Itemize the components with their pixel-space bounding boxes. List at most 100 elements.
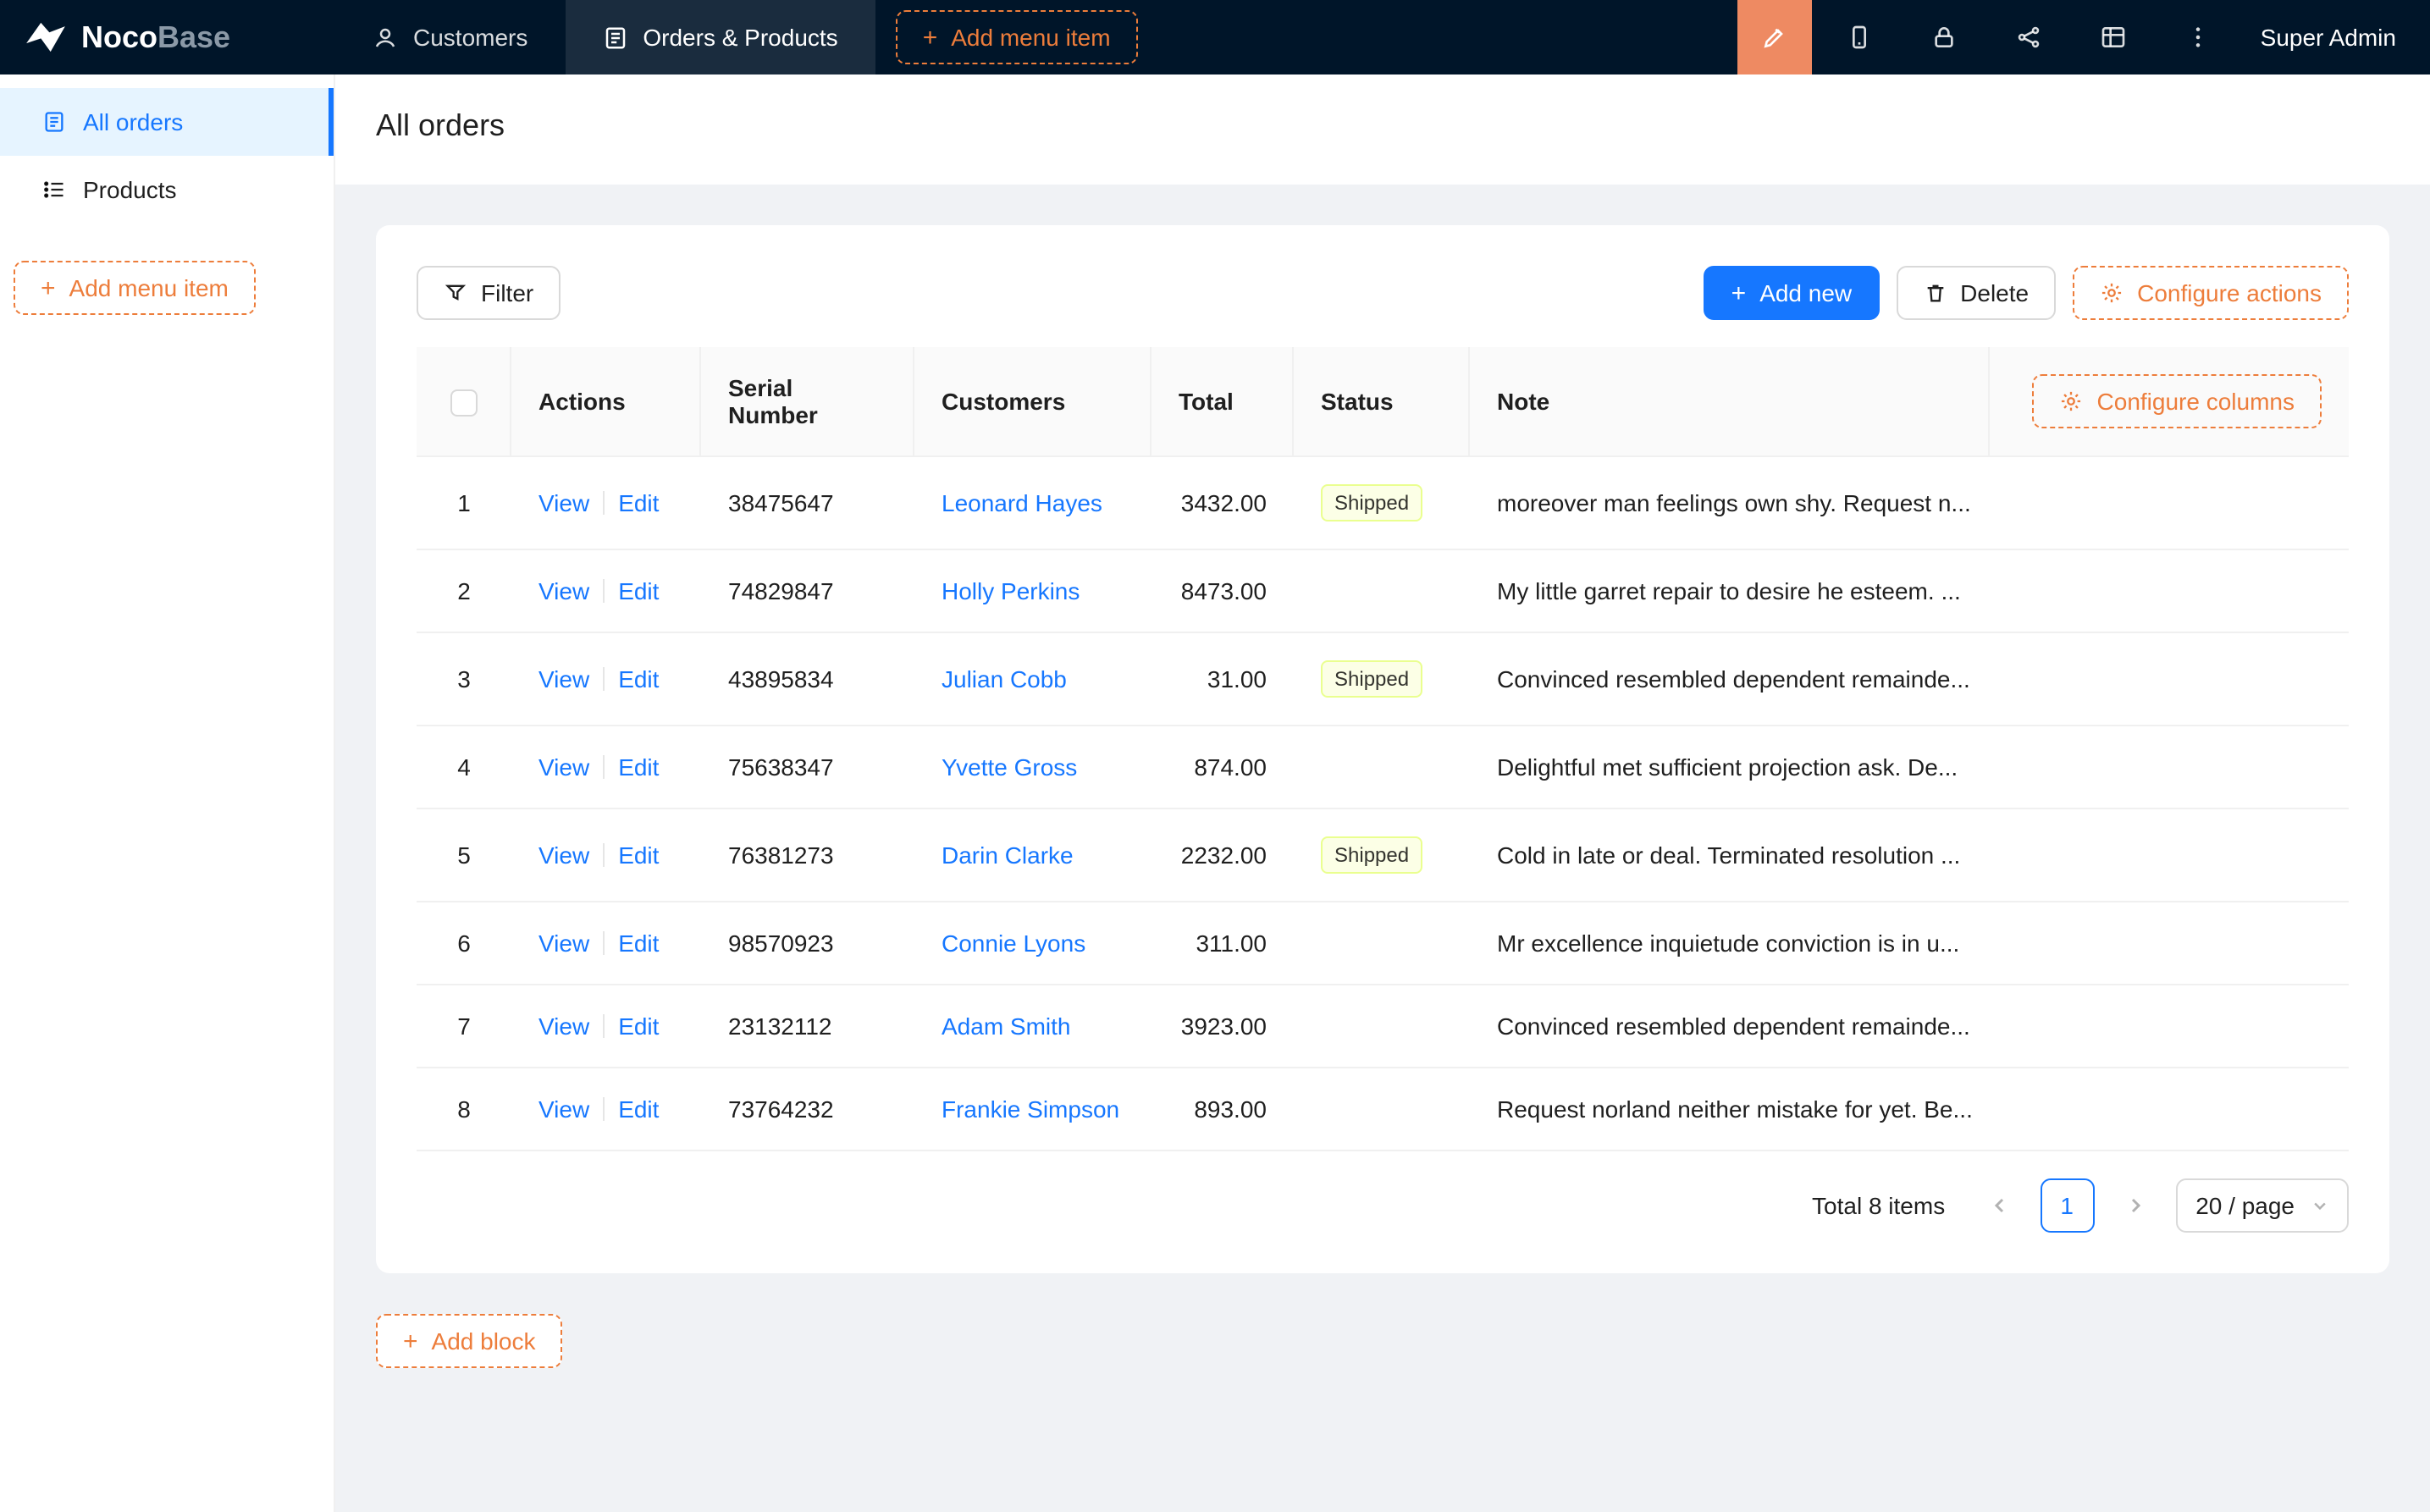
serial-cell: 98570923 bbox=[701, 902, 914, 985]
total-cell: 3923.00 bbox=[1151, 985, 1294, 1068]
serial-cell: 75638347 bbox=[701, 726, 914, 809]
share-nodes-icon bbox=[2015, 24, 2042, 51]
status-tag: Shipped bbox=[1321, 484, 1422, 521]
pagination: Total 8 items 1 20 / page bbox=[417, 1178, 2349, 1233]
pagination-next-button[interactable] bbox=[2107, 1178, 2162, 1233]
brand-name-light: Base bbox=[157, 19, 230, 53]
view-link[interactable]: View bbox=[538, 489, 589, 516]
table-row: 2 ViewEdit 74829847 Holly Perkins 8473.0… bbox=[417, 550, 2349, 633]
total-cell: 874.00 bbox=[1151, 726, 1294, 809]
user-name[interactable]: Super Admin bbox=[2240, 24, 2430, 51]
edit-link[interactable]: Edit bbox=[618, 930, 659, 957]
column-header-note: Note bbox=[1470, 347, 1990, 457]
edit-link[interactable]: Edit bbox=[618, 1013, 659, 1040]
view-link[interactable]: View bbox=[538, 577, 589, 604]
page-size-select[interactable]: 20 / page bbox=[2175, 1178, 2349, 1233]
view-link[interactable]: View bbox=[538, 930, 589, 957]
nav-tab-orders-products[interactable]: Orders & Products bbox=[565, 0, 875, 74]
view-link[interactable]: View bbox=[538, 1013, 589, 1040]
table-header-row: Actions Serial Number Customers Total St… bbox=[417, 347, 2349, 457]
action-divider bbox=[603, 1014, 605, 1038]
serial-cell: 76381273 bbox=[701, 809, 914, 902]
sidebar-item-all-orders[interactable]: All orders bbox=[0, 88, 334, 156]
block-templates-button[interactable] bbox=[2076, 0, 2151, 74]
filter-icon bbox=[444, 281, 467, 305]
column-header-status: Status bbox=[1294, 347, 1470, 457]
plus-icon: + bbox=[403, 1328, 418, 1354]
customer-link[interactable]: Connie Lyons bbox=[942, 930, 1085, 957]
view-link[interactable]: View bbox=[538, 842, 589, 869]
customer-link[interactable]: Yvette Gross bbox=[942, 753, 1077, 781]
row-index: 7 bbox=[457, 1013, 471, 1040]
row-index: 2 bbox=[457, 577, 471, 604]
edit-link[interactable]: Edit bbox=[618, 1095, 659, 1123]
edit-link[interactable]: Edit bbox=[618, 753, 659, 781]
serial-cell: 73764232 bbox=[701, 1068, 914, 1151]
view-link[interactable]: View bbox=[538, 1095, 589, 1123]
select-all-checkbox[interactable] bbox=[450, 389, 478, 416]
pagination-prev-button[interactable] bbox=[1972, 1178, 2026, 1233]
row-index: 6 bbox=[457, 930, 471, 957]
add-menu-item-header-button[interactable]: + Add menu item bbox=[896, 10, 1138, 64]
permissions-button[interactable] bbox=[1907, 0, 1981, 74]
customer-link[interactable]: Adam Smith bbox=[942, 1013, 1071, 1040]
delete-button[interactable]: Delete bbox=[1896, 266, 2056, 320]
customer-link[interactable]: Holly Perkins bbox=[942, 577, 1080, 604]
edit-link[interactable]: Edit bbox=[618, 842, 659, 869]
note-cell: Convinced resembled dependent remainde..… bbox=[1470, 633, 1990, 726]
edit-link[interactable]: Edit bbox=[618, 489, 659, 516]
orders-table-body: 1 ViewEdit 38475647 Leonard Hayes 3432.0… bbox=[417, 457, 2349, 1151]
brand-logo[interactable]: NocoBase bbox=[0, 0, 335, 74]
sidebar-item-products[interactable]: Products bbox=[0, 156, 334, 223]
pagination-page-button[interactable]: 1 bbox=[2040, 1178, 2094, 1233]
action-divider bbox=[603, 1097, 605, 1121]
total-cell: 3432.00 bbox=[1151, 457, 1294, 550]
mobile-icon bbox=[1846, 24, 1873, 51]
total-cell: 2232.00 bbox=[1151, 809, 1294, 902]
add-new-button[interactable]: + Add new bbox=[1704, 266, 1880, 320]
highlighter-icon bbox=[1761, 24, 1788, 51]
note-cell: Request norland neither mistake for yet.… bbox=[1470, 1068, 1990, 1151]
table-toolbar: Filter + Add new Delete bbox=[417, 266, 2349, 320]
orders-table-block: Filter + Add new Delete bbox=[376, 225, 2389, 1273]
filter-label: Filter bbox=[481, 281, 533, 305]
nav-tab-customers[interactable]: Customers bbox=[335, 0, 565, 74]
nav-tab-label: Customers bbox=[413, 24, 527, 51]
row-index: 1 bbox=[457, 489, 471, 516]
pagination-total: Total 8 items bbox=[1812, 1192, 1945, 1219]
api-button[interactable] bbox=[1991, 0, 2066, 74]
plus-icon: + bbox=[1731, 280, 1747, 306]
total-cell: 31.00 bbox=[1151, 633, 1294, 726]
orders-products-icon bbox=[602, 25, 627, 50]
customer-link[interactable]: Frankie Simpson bbox=[942, 1095, 1119, 1123]
column-header-label: Note bbox=[1497, 388, 1549, 415]
add-block-button[interactable]: + Add block bbox=[376, 1314, 563, 1368]
customer-link[interactable]: Julian Cobb bbox=[942, 665, 1067, 693]
note-cell: Cold in late or deal. Terminated resolut… bbox=[1470, 809, 1990, 902]
more-button[interactable] bbox=[2161, 0, 2235, 74]
action-divider bbox=[603, 931, 605, 955]
edit-link[interactable]: Edit bbox=[618, 577, 659, 604]
edit-link[interactable]: Edit bbox=[618, 665, 659, 693]
add-menu-item-sidebar-button[interactable]: + Add menu item bbox=[14, 261, 256, 315]
gear-icon bbox=[2100, 281, 2123, 305]
filter-button[interactable]: Filter bbox=[417, 266, 561, 320]
configure-actions-button[interactable]: Configure actions bbox=[2073, 266, 2349, 320]
mobile-client-button[interactable] bbox=[1822, 0, 1897, 74]
configure-actions-label: Configure actions bbox=[2137, 281, 2322, 305]
gear-icon bbox=[2060, 389, 2084, 413]
ui-editor-button[interactable] bbox=[1737, 0, 1812, 74]
table-row: 4 ViewEdit 75638347 Yvette Gross 874.00 … bbox=[417, 726, 2349, 809]
action-divider bbox=[603, 579, 605, 603]
customer-link[interactable]: Leonard Hayes bbox=[942, 489, 1102, 516]
view-link[interactable]: View bbox=[538, 665, 589, 693]
empty-cell bbox=[1990, 550, 2349, 633]
app-root: NocoBase Customers Orders & Products + A… bbox=[0, 0, 2430, 1512]
main-menu: Customers Orders & Products + Add menu i… bbox=[335, 0, 1138, 74]
nocobase-logo-icon bbox=[24, 20, 68, 54]
customer-link[interactable]: Darin Clarke bbox=[942, 842, 1074, 869]
view-link[interactable]: View bbox=[538, 753, 589, 781]
row-index: 5 bbox=[457, 842, 471, 869]
configure-columns-button[interactable]: Configure columns bbox=[2033, 374, 2322, 428]
trash-icon bbox=[1923, 281, 1947, 305]
